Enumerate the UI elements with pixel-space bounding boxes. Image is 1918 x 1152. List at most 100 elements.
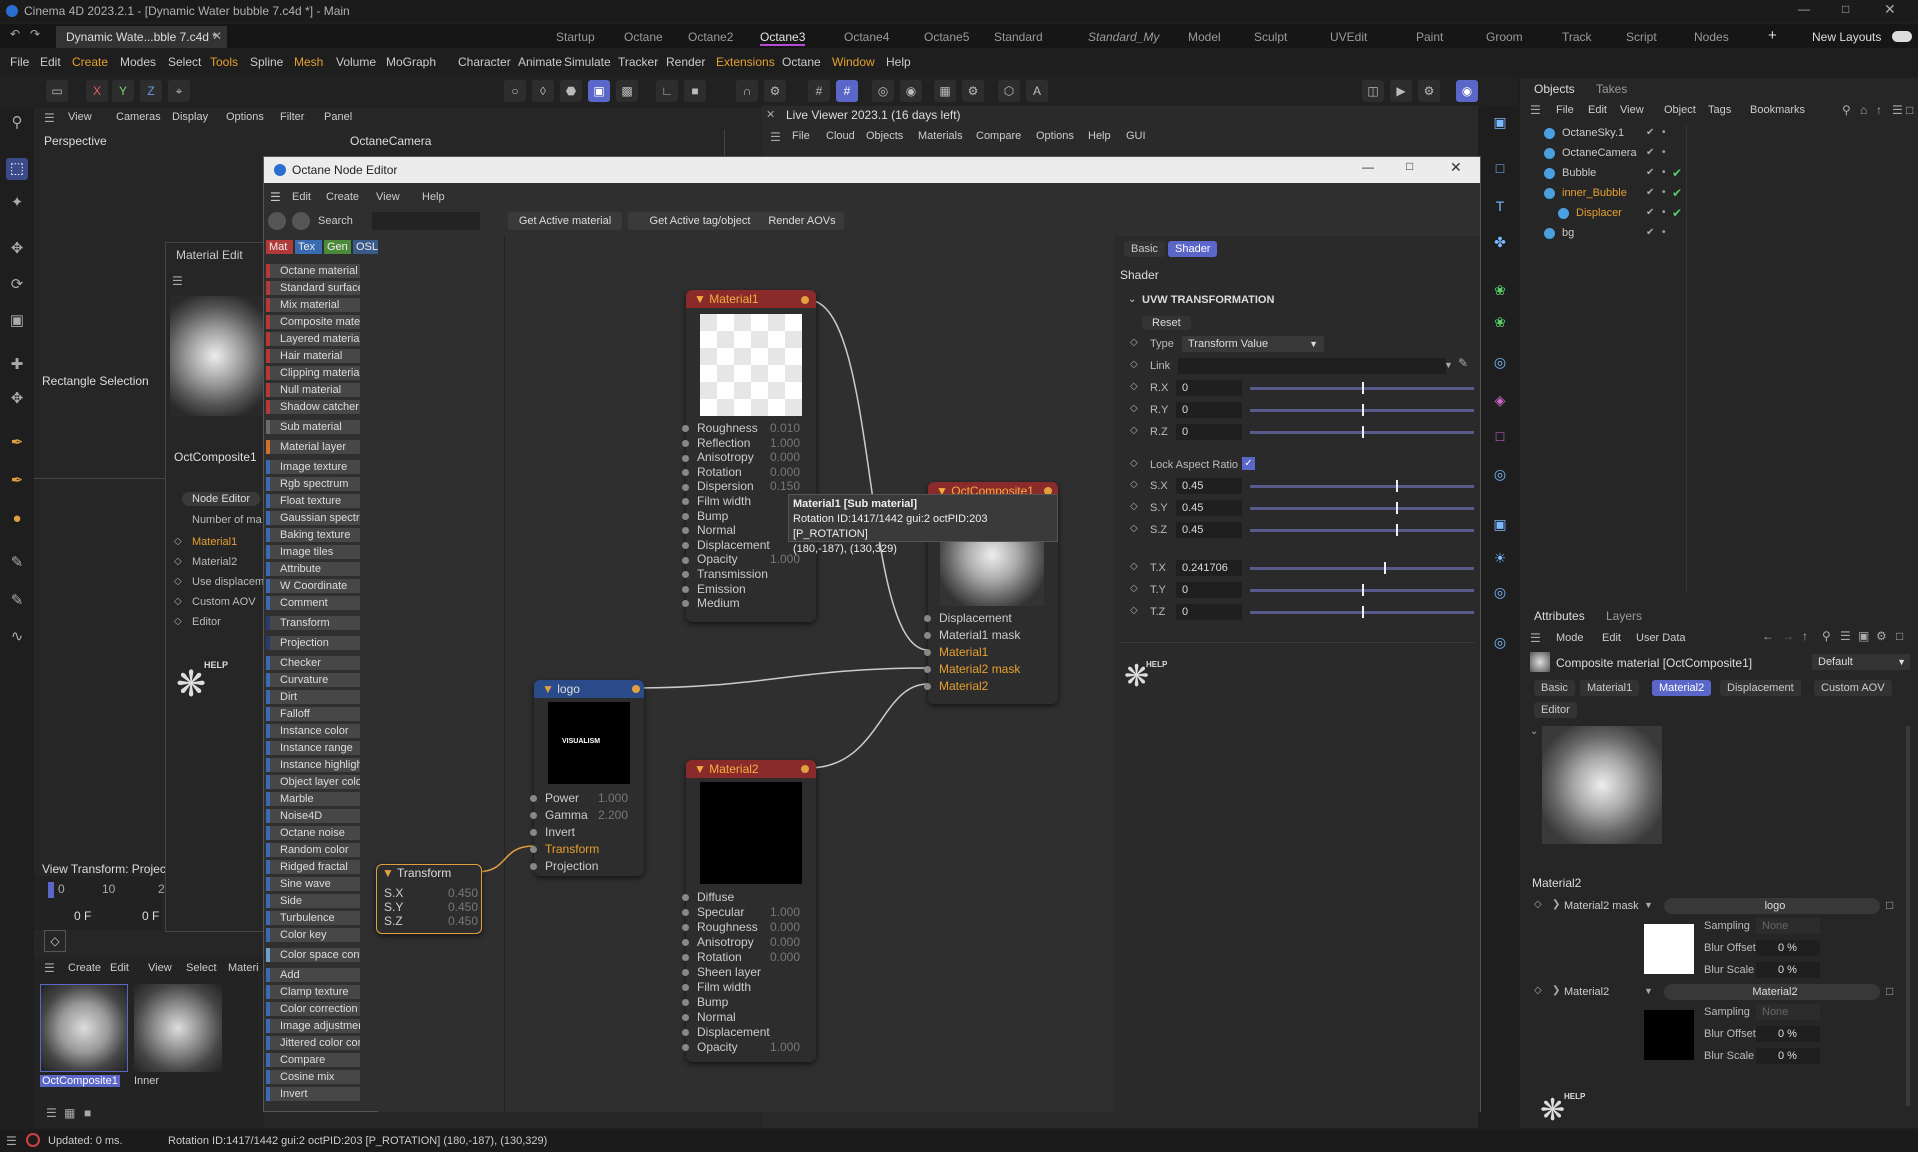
attr-preview-collapse-icon[interactable]: ⌄ bbox=[1530, 726, 1538, 737]
object-name[interactable]: OctaneCamera bbox=[1562, 147, 1637, 159]
s-z-field[interactable]: 0.45 bbox=[1176, 522, 1242, 538]
material2-pin-dot[interactable] bbox=[682, 999, 689, 1007]
visibility-icon[interactable]: ✔ bbox=[1646, 147, 1654, 158]
attr-subtab-material2[interactable]: Material2 bbox=[1652, 680, 1712, 696]
t-y-slider-knob[interactable] bbox=[1362, 584, 1364, 596]
attr-help-label[interactable]: HELP bbox=[1564, 1092, 1585, 1101]
transform-row-s-x[interactable]: S.X 0.450 bbox=[384, 886, 478, 900]
material1-pin-rotation[interactable]: Rotation 0.000 bbox=[682, 465, 812, 480]
material1-pin-dot[interactable] bbox=[682, 600, 689, 608]
object-name[interactable]: Bubble bbox=[1562, 167, 1596, 179]
material1-pin-dot[interactable] bbox=[682, 512, 689, 520]
attr-subtab-displacement[interactable]: Displacement bbox=[1720, 680, 1801, 696]
material2-pin-value[interactable]: 0.000 bbox=[770, 950, 800, 965]
material2-pin-dot[interactable] bbox=[682, 969, 689, 977]
composite-pin-material1[interactable]: Material1 bbox=[924, 644, 1054, 661]
objects-menu-file[interactable]: File bbox=[1556, 104, 1574, 116]
takes-tab[interactable]: Takes bbox=[1596, 82, 1627, 96]
layer-dot-icon[interactable]: • bbox=[1662, 187, 1666, 198]
t-y-field[interactable]: 0 bbox=[1176, 582, 1242, 598]
material2-pin-anisotropy[interactable]: Anisotropy 0.000 bbox=[682, 935, 812, 950]
objects-menu-icon[interactable]: ☰ bbox=[1530, 103, 1541, 117]
composite-pin-dot[interactable] bbox=[924, 666, 931, 674]
material2-pin-roughness[interactable]: Roughness 0.000 bbox=[682, 920, 812, 935]
object-row-bg[interactable] bbox=[1530, 226, 1910, 242]
material1-pin-dot[interactable] bbox=[682, 425, 689, 433]
material1-pin-dot[interactable] bbox=[682, 585, 689, 593]
material1-pin-emission[interactable]: Emission bbox=[682, 582, 812, 597]
attr-subtab-editor[interactable]: Editor bbox=[1534, 702, 1577, 718]
material2-pin-specular[interactable]: Specular 1.000 bbox=[682, 905, 812, 920]
transform-row-s-z[interactable]: S.Z 0.450 bbox=[384, 914, 478, 928]
material1-pin-dot[interactable] bbox=[682, 498, 689, 506]
attr-forward-icon[interactable]: → bbox=[1782, 629, 1794, 643]
view-layout-icon[interactable]: ▣ bbox=[1488, 110, 1512, 134]
cloner-icon[interactable]: ✤ bbox=[1488, 230, 1512, 254]
logo-pin-power[interactable]: Power 1.000 bbox=[530, 790, 640, 807]
material1-pin-value[interactable]: 1.000 bbox=[770, 436, 800, 451]
attr-menu-mode[interactable]: Mode bbox=[1556, 632, 1584, 644]
environment-icon[interactable]: ◎ bbox=[1488, 462, 1512, 486]
mat2-blur-scale-field[interactable]: 0 % bbox=[1756, 1048, 1820, 1064]
link-field[interactable] bbox=[1178, 358, 1446, 374]
composite-pin-material2-mask[interactable]: Material2 mask bbox=[924, 661, 1054, 678]
s-z-slider-knob[interactable] bbox=[1396, 524, 1398, 536]
layer-dot-icon[interactable]: • bbox=[1662, 227, 1666, 238]
material2-pin-rotation[interactable]: Rotation 0.000 bbox=[682, 950, 812, 965]
r-x-field[interactable]: 0 bbox=[1176, 380, 1242, 396]
object-name[interactable]: bg bbox=[1562, 227, 1574, 239]
attr-menu-icon[interactable]: ☰ bbox=[1530, 631, 1541, 645]
material2-pin-sheen-layer[interactable]: Sheen layer bbox=[682, 965, 812, 980]
material1-pin-dot[interactable] bbox=[682, 483, 689, 491]
s-x-slider[interactable] bbox=[1250, 485, 1474, 488]
material1-pin-dot[interactable] bbox=[682, 571, 689, 579]
material2-pin-bump[interactable]: Bump bbox=[682, 995, 812, 1010]
enabled-check-icon[interactable]: ✔ bbox=[1672, 166, 1682, 180]
attr-up-icon[interactable]: ↑ bbox=[1802, 629, 1808, 643]
t-z-field[interactable]: 0 bbox=[1176, 604, 1242, 620]
mask-dropdown-icon[interactable]: ▼ bbox=[1644, 900, 1653, 910]
material2-pin-dot[interactable] bbox=[682, 1044, 689, 1052]
attr-search-icon[interactable]: ⚲ bbox=[1822, 629, 1831, 643]
visibility-icon[interactable]: ✔ bbox=[1646, 167, 1654, 178]
material1-pin-dispersion[interactable]: Dispersion 0.150 bbox=[682, 479, 812, 494]
lock-aspect-checkbox[interactable]: ✓ bbox=[1242, 457, 1255, 470]
material2-pin-dot[interactable] bbox=[682, 909, 689, 917]
attr-help-icon[interactable]: ❋ bbox=[1540, 1096, 1565, 1126]
camera-icon[interactable]: ▣ bbox=[1488, 512, 1512, 536]
visibility-icon[interactable]: ✔ bbox=[1646, 127, 1654, 138]
material1-pin-transmission[interactable]: Transmission bbox=[682, 567, 812, 582]
xpresso-icon[interactable]: ◎ bbox=[1488, 630, 1512, 654]
collapse-icon[interactable]: ▼ bbox=[382, 866, 394, 880]
mat2-dropdown-icon[interactable]: ▼ bbox=[1644, 986, 1653, 996]
logo-node-header[interactable]: ▼ logo bbox=[534, 680, 644, 698]
link-anim-icon[interactable]: ◇ bbox=[1130, 359, 1138, 370]
material2-pin-value[interactable]: 0.000 bbox=[770, 920, 800, 935]
objects-menu-bookmarks[interactable]: Bookmarks bbox=[1750, 104, 1805, 116]
material2-pin-dot[interactable] bbox=[682, 924, 689, 932]
transform-row-value[interactable]: 0.450 bbox=[448, 914, 478, 928]
composite-pin-displacement[interactable]: Displacement bbox=[924, 610, 1054, 627]
object-name[interactable]: OctaneSky.1 bbox=[1562, 127, 1624, 139]
material1-pin-dot[interactable] bbox=[682, 542, 689, 550]
material1-pin-value[interactable]: 0.000 bbox=[770, 450, 800, 465]
mat2-shader-field[interactable]: Material2 bbox=[1664, 984, 1880, 1000]
link-dropdown-icon[interactable]: ▼ bbox=[1444, 360, 1453, 370]
material2-pin-value[interactable]: 1.000 bbox=[770, 1040, 800, 1055]
mat2-blur-offset-field[interactable]: 0 % bbox=[1756, 1026, 1820, 1042]
material1-pin-dot[interactable] bbox=[682, 469, 689, 477]
material2-out-pin[interactable] bbox=[801, 765, 809, 773]
material2-pin-value[interactable]: 0.000 bbox=[770, 935, 800, 950]
attr-subtab-material1[interactable]: Material1 bbox=[1580, 680, 1640, 696]
composite-pin-dot[interactable] bbox=[924, 632, 931, 640]
reset-button[interactable]: Reset bbox=[1142, 316, 1191, 330]
anim-icon[interactable]: ◇ bbox=[1130, 479, 1138, 490]
type-anim-icon[interactable]: ◇ bbox=[1130, 337, 1138, 348]
mat2-sampling-select[interactable]: None bbox=[1756, 1004, 1820, 1020]
logo-pin-invert[interactable]: Invert bbox=[530, 824, 640, 841]
composite-pin-material1-mask[interactable]: Material1 mask bbox=[924, 627, 1054, 644]
field-icon[interactable]: ❀ bbox=[1488, 310, 1512, 334]
props-tab-shader[interactable]: Shader bbox=[1168, 241, 1218, 257]
effector-icon[interactable]: ❀ bbox=[1488, 278, 1512, 302]
logo-pin-projection[interactable]: Projection bbox=[530, 858, 640, 875]
